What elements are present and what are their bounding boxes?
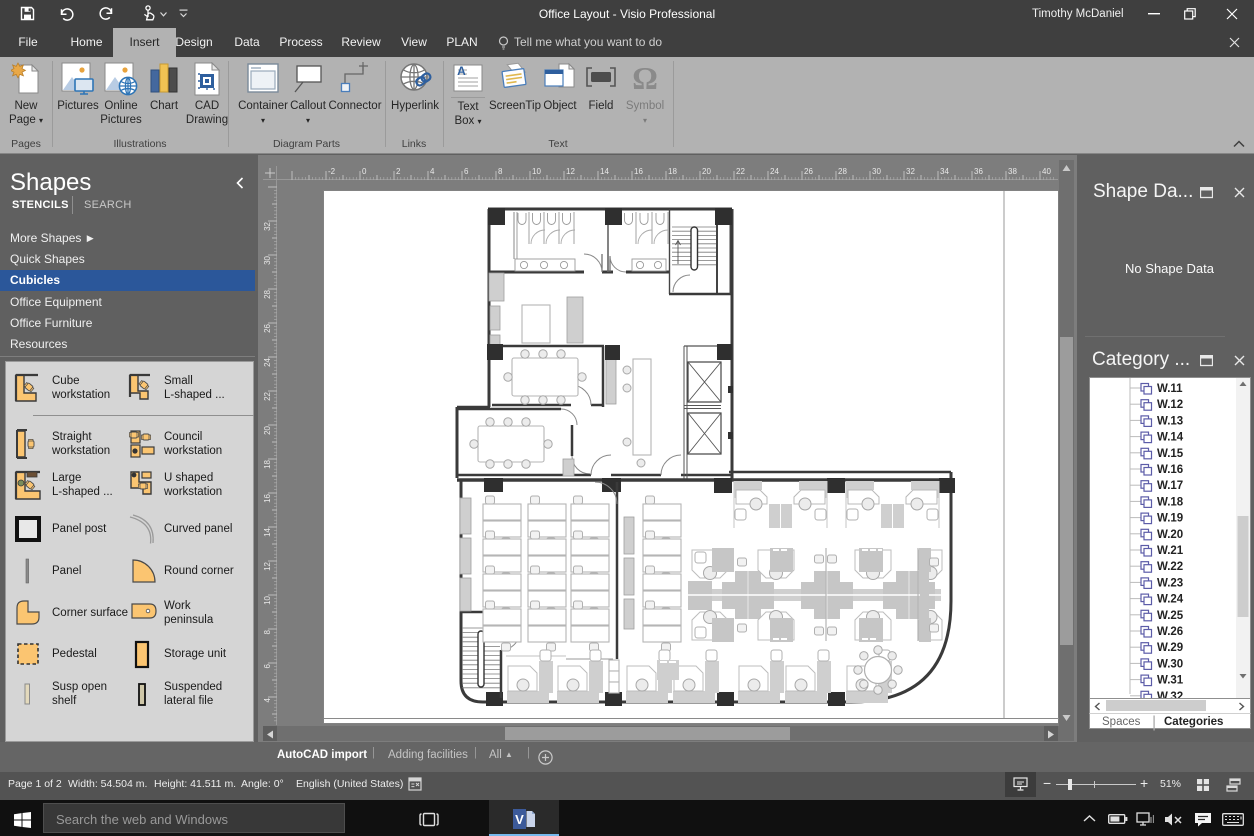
svg-text:6: 6	[263, 663, 272, 668]
svg-text:2: 2	[396, 167, 401, 176]
svg-text:38: 38	[1008, 167, 1017, 176]
svg-text:12: 12	[263, 561, 272, 570]
svg-text:0: 0	[362, 167, 367, 176]
svg-text:W.14: W.14	[1157, 432, 1184, 444]
svg-text:Ω: Ω	[632, 62, 658, 96]
svg-text:W.19: W.19	[1157, 513, 1183, 525]
svg-text:W.30: W.30	[1157, 658, 1183, 670]
svg-text:-2: -2	[328, 167, 336, 176]
svg-text:20: 20	[702, 167, 711, 176]
svg-text:W.26: W.26	[1157, 626, 1183, 638]
svg-text:8: 8	[498, 167, 503, 176]
svg-text:W.25: W.25	[1157, 610, 1184, 622]
svg-text:4: 4	[263, 697, 272, 702]
svg-text:W.24: W.24	[1157, 594, 1184, 606]
svg-text:W.12: W.12	[1157, 399, 1183, 411]
svg-text:14: 14	[600, 167, 609, 176]
svg-text:V: V	[515, 812, 524, 827]
svg-text:W.13: W.13	[1157, 415, 1183, 427]
svg-text:10: 10	[263, 595, 272, 604]
svg-text:28: 28	[838, 167, 847, 176]
svg-text:W.16: W.16	[1157, 464, 1183, 476]
svg-text:24: 24	[263, 357, 272, 366]
svg-text:18: 18	[263, 459, 272, 468]
svg-text:14: 14	[263, 527, 272, 536]
svg-text:4: 4	[430, 167, 435, 176]
svg-text:12: 12	[566, 167, 575, 176]
svg-text:A: A	[457, 64, 466, 78]
svg-text:W.15: W.15	[1157, 448, 1184, 460]
svg-text:26: 26	[263, 323, 272, 332]
svg-text:8: 8	[263, 629, 272, 634]
svg-text:20: 20	[263, 425, 272, 434]
svg-text:18: 18	[668, 167, 677, 176]
svg-text:32: 32	[263, 221, 272, 230]
svg-text:36: 36	[974, 167, 983, 176]
svg-text:22: 22	[263, 391, 272, 400]
svg-text:W.21: W.21	[1157, 545, 1184, 557]
svg-text:24: 24	[770, 167, 779, 176]
svg-text:W.31: W.31	[1157, 675, 1184, 687]
svg-text:W.23: W.23	[1157, 577, 1183, 589]
svg-text:6: 6	[464, 167, 469, 176]
svg-text:W.32: W.32	[1157, 691, 1183, 698]
svg-text:16: 16	[263, 493, 272, 502]
svg-text:W.18: W.18	[1157, 496, 1184, 508]
svg-text:22: 22	[736, 167, 745, 176]
svg-text:32: 32	[906, 167, 915, 176]
svg-text:W.20: W.20	[1157, 529, 1183, 541]
svg-text:W.22: W.22	[1157, 561, 1183, 573]
svg-text:16: 16	[634, 167, 643, 176]
svg-text:W.29: W.29	[1157, 642, 1183, 654]
svg-text:10: 10	[532, 167, 541, 176]
svg-text:28: 28	[263, 289, 272, 298]
svg-text:30: 30	[263, 255, 272, 264]
svg-text:W.17: W.17	[1157, 480, 1183, 492]
svg-text:34: 34	[940, 167, 949, 176]
svg-text:W.11: W.11	[1157, 383, 1183, 395]
svg-text:30: 30	[872, 167, 881, 176]
svg-text:26: 26	[804, 167, 813, 176]
svg-text:40: 40	[1042, 167, 1051, 176]
